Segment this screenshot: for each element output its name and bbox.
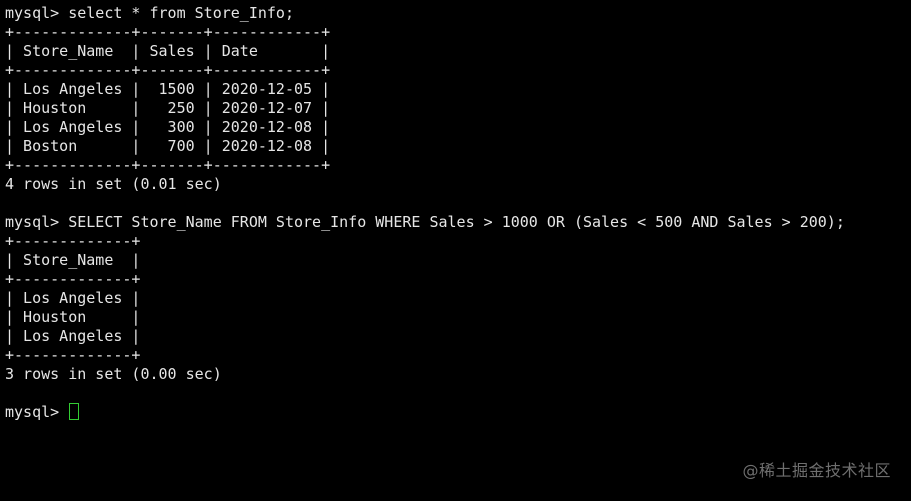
table-border: +-------------+ (5, 270, 141, 288)
terminal-line: mysql> SELECT Store_Name FROM Store_Info… (5, 213, 845, 231)
table-row: | Houston | (5, 308, 141, 326)
table-border: +-------------+ (5, 232, 141, 250)
table-border: +-------------+-------+------------+ (5, 156, 331, 174)
table-row: | Los Angeles | 300 | 2020-12-08 | (5, 118, 331, 136)
text-cursor (69, 403, 80, 420)
watermark: @稀土掘金技术社区 (742, 461, 891, 480)
terminal-window[interactable]: mysql> select * from Store_Info; +------… (0, 0, 911, 501)
terminal-line: mysql> select * from Store_Info; (5, 4, 294, 22)
table-row: | Los Angeles | (5, 289, 141, 307)
table-row: | Houston | 250 | 2020-12-07 | (5, 99, 331, 117)
prompt-label: mysql> (5, 403, 69, 421)
table-border: +-------------+-------+------------+ (5, 61, 331, 79)
table-row: | Los Angeles | (5, 327, 141, 345)
result-summary: 3 rows in set (0.00 sec) (5, 365, 222, 383)
table-row: | Boston | 700 | 2020-12-08 | (5, 137, 331, 155)
table-border: +-------------+-------+------------+ (5, 23, 331, 41)
table-border: +-------------+ (5, 346, 141, 364)
table-header: | Store_Name | Sales | Date | (5, 42, 331, 60)
table-row: | Los Angeles | 1500 | 2020-12-05 | (5, 80, 331, 98)
result-summary: 4 rows in set (0.01 sec) (5, 175, 222, 193)
prompt-line[interactable]: mysql> (5, 403, 911, 422)
table-header: | Store_Name | (5, 251, 141, 269)
